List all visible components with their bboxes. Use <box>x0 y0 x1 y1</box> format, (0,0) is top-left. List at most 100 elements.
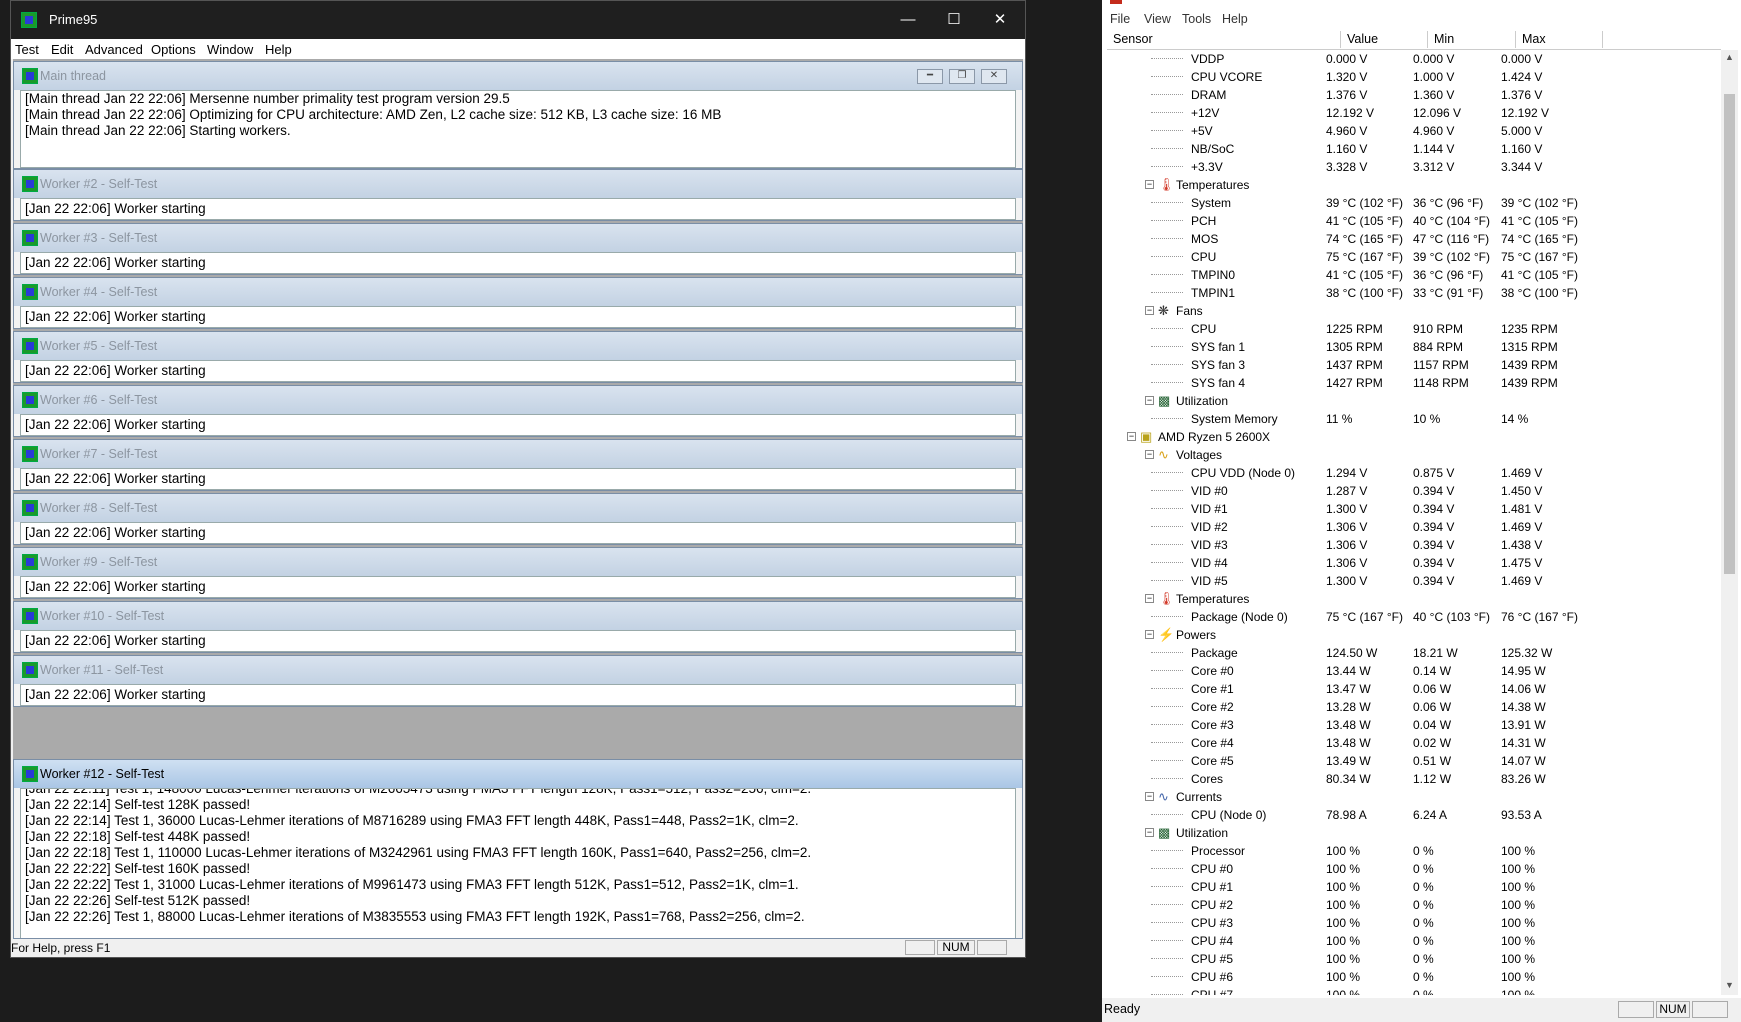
hw-menu-tools[interactable]: Tools <box>1182 12 1211 26</box>
sensor-row[interactable]: Core #5 13.49 W 0.51 W 14.07 W <box>1107 752 1721 770</box>
sensor-row[interactable]: SYS fan 1 1305 RPM 884 RPM 1315 RPM <box>1107 338 1721 356</box>
main-thread-window[interactable]: Main thread ━ ❐ ✕ [Main thread Jan 22 22… <box>13 61 1023 169</box>
sensor-group-row[interactable]: − ∿ Voltages <box>1107 446 1721 464</box>
collapse-toggle-icon[interactable]: − <box>1145 828 1154 837</box>
sensor-row[interactable]: CPU (Node 0) 78.98 A 6.24 A 93.53 A <box>1107 806 1721 824</box>
worker-12-caption[interactable]: Worker #12 - Self-Test <box>14 760 1022 788</box>
sensor-row[interactable]: VID #0 1.287 V 0.394 V 1.450 V <box>1107 482 1721 500</box>
sensor-row[interactable]: DRAM 1.376 V 1.360 V 1.376 V <box>1107 86 1721 104</box>
sensor-group-row[interactable]: − ▩ Utilization <box>1107 392 1721 410</box>
sensor-row[interactable]: CPU VDD (Node 0) 1.294 V 0.875 V 1.469 V <box>1107 464 1721 482</box>
worker-log[interactable]: [Jan 22 22:06] Worker starting <box>20 576 1016 598</box>
sensor-row[interactable]: CPU 75 °C (167 °F) 39 °C (102 °F) 75 °C (16… <box>1107 248 1721 266</box>
collapse-toggle-icon[interactable]: − <box>1145 630 1154 639</box>
col-max[interactable]: Max <box>1516 31 1603 48</box>
sensor-row[interactable]: CPU #5 100 % 0 % 100 % <box>1107 950 1721 968</box>
child-close-icon[interactable]: ✕ <box>981 69 1007 84</box>
sensor-row[interactable]: TMPIN1 38 °C (100 °F) 33 °C (91 °F) 38 °C (… <box>1107 284 1721 302</box>
sensor-row[interactable]: TMPIN0 41 °C (105 °F) 36 °C (96 °F) 41 °C (… <box>1107 266 1721 284</box>
sensor-tree[interactable]: VDDP 0.000 V 0.000 V 0.000 V CPU VCORE 1.320 … <box>1107 50 1721 995</box>
scroll-down-icon[interactable]: ▼ <box>1725 980 1734 990</box>
sensor-row[interactable]: +12V 12.192 V 12.096 V 12.192 V <box>1107 104 1721 122</box>
worker-window[interactable]: Worker #5 - Self-Test [Jan 22 22:06] Work… <box>13 331 1023 383</box>
sensor-group-row[interactable]: − ❋ Fans <box>1107 302 1721 320</box>
worker-window[interactable]: Worker #11 - Self-Test [Jan 22 22:06] Wor… <box>13 655 1023 707</box>
worker-window[interactable]: Worker #6 - Self-Test [Jan 22 22:06] Work… <box>13 385 1023 437</box>
collapse-toggle-icon[interactable]: − <box>1145 396 1154 405</box>
sensor-row[interactable]: CPU #0 100 % 0 % 100 % <box>1107 860 1721 878</box>
worker-caption[interactable]: Worker #2 - Self-Test <box>14 170 1022 198</box>
menu-help[interactable]: Help <box>265 42 292 57</box>
sensor-row[interactable]: Core #3 13.48 W 0.04 W 13.91 W <box>1107 716 1721 734</box>
menu-options[interactable]: Options <box>151 42 196 57</box>
sensor-row[interactable]: +5V 4.960 V 4.960 V 5.000 V <box>1107 122 1721 140</box>
worker-caption[interactable]: Worker #11 - Self-Test <box>14 656 1022 684</box>
scrollbar-thumb[interactable] <box>1724 94 1735 574</box>
menu-edit[interactable]: Edit <box>51 42 73 57</box>
collapse-toggle-icon[interactable]: − <box>1145 594 1154 603</box>
menu-advanced[interactable]: Advanced <box>85 42 143 57</box>
sensor-row[interactable]: CPU #4 100 % 0 % 100 % <box>1107 932 1721 950</box>
worker-12-log[interactable]: [Jan 22 22:11] Test 1, 148000 Lucas-Lehm… <box>20 788 1016 938</box>
sensor-row[interactable]: CPU 1225 RPM 910 RPM 1235 RPM <box>1107 320 1721 338</box>
sensor-row[interactable]: VDDP 0.000 V 0.000 V 0.000 V <box>1107 50 1721 68</box>
sensor-row[interactable]: CPU #3 100 % 0 % 100 % <box>1107 914 1721 932</box>
worker-caption[interactable]: Worker #6 - Self-Test <box>14 386 1022 414</box>
worker-window[interactable]: Worker #2 - Self-Test [Jan 22 22:06] Work… <box>13 169 1023 221</box>
worker-caption[interactable]: Worker #7 - Self-Test <box>14 440 1022 468</box>
col-min[interactable]: Min <box>1428 31 1516 48</box>
minimize-icon[interactable]: — <box>885 1 931 39</box>
sensor-group-row[interactable]: − 🌡 Temperatures <box>1107 176 1721 194</box>
worker-log[interactable]: [Jan 22 22:06] Worker starting <box>20 684 1016 706</box>
worker-12-window[interactable]: Worker #12 - Self-Test [Jan 22 22:11] Te… <box>13 759 1023 939</box>
worker-window[interactable]: Worker #9 - Self-Test [Jan 22 22:06] Work… <box>13 547 1023 599</box>
hw-menu-file[interactable]: File <box>1110 12 1130 26</box>
sensor-row[interactable]: MOS 74 °C (165 °F) 47 °C (116 °F) 74 °C (16… <box>1107 230 1721 248</box>
collapse-toggle-icon[interactable]: − <box>1145 450 1154 459</box>
sensor-row[interactable]: CPU #7 100 % 0 % 100 % <box>1107 986 1721 995</box>
main-thread-log[interactable]: [Main thread Jan 22 22:06] Mersenne numb… <box>20 90 1016 168</box>
sensor-row[interactable]: CPU #2 100 % 0 % 100 % <box>1107 896 1721 914</box>
worker-log[interactable]: [Jan 22 22:06] Worker starting <box>20 306 1016 328</box>
worker-window[interactable]: Worker #7 - Self-Test [Jan 22 22:06] Work… <box>13 439 1023 491</box>
collapse-toggle-icon[interactable]: − <box>1145 792 1154 801</box>
scroll-up-icon[interactable]: ▲ <box>1725 52 1734 62</box>
sensor-group-row[interactable]: − ▩ Utilization <box>1107 824 1721 842</box>
sensor-row[interactable]: SYS fan 3 1437 RPM 1157 RPM 1439 RPM <box>1107 356 1721 374</box>
worker-log[interactable]: [Jan 22 22:06] Worker starting <box>20 360 1016 382</box>
sensor-group-row[interactable]: − ⚡ Powers <box>1107 626 1721 644</box>
sensor-group-row[interactable]: − 🌡 Temperatures <box>1107 590 1721 608</box>
worker-caption[interactable]: Worker #4 - Self-Test <box>14 278 1022 306</box>
child-minimize-icon[interactable]: ━ <box>917 69 943 84</box>
maximize-icon[interactable]: ☐ <box>931 1 977 39</box>
worker-caption[interactable]: Worker #5 - Self-Test <box>14 332 1022 360</box>
sensor-row[interactable]: NB/SoC 1.160 V 1.144 V 1.160 V <box>1107 140 1721 158</box>
sensor-row[interactable]: Core #0 13.44 W 0.14 W 14.95 W <box>1107 662 1721 680</box>
worker-log[interactable]: [Jan 22 22:06] Worker starting <box>20 414 1016 436</box>
hw-menu-view[interactable]: View <box>1144 12 1171 26</box>
vertical-scrollbar[interactable]: ▲ ▼ <box>1721 50 1738 995</box>
sensor-row[interactable]: Core #4 13.48 W 0.02 W 14.31 W <box>1107 734 1721 752</box>
sensor-row[interactable]: CPU #1 100 % 0 % 100 % <box>1107 878 1721 896</box>
main-thread-caption[interactable]: Main thread ━ ❐ ✕ <box>14 62 1022 90</box>
sensor-row[interactable]: SYS fan 4 1427 RPM 1148 RPM 1439 RPM <box>1107 374 1721 392</box>
sensor-row[interactable]: VID #4 1.306 V 0.394 V 1.475 V <box>1107 554 1721 572</box>
sensor-row[interactable]: Package 124.50 W 18.21 W 125.32 W <box>1107 644 1721 662</box>
worker-caption[interactable]: Worker #3 - Self-Test <box>14 224 1022 252</box>
worker-caption[interactable]: Worker #9 - Self-Test <box>14 548 1022 576</box>
worker-window[interactable]: Worker #8 - Self-Test [Jan 22 22:06] Work… <box>13 493 1023 545</box>
worker-log[interactable]: [Jan 22 22:06] Worker starting <box>20 468 1016 490</box>
col-value[interactable]: Value <box>1341 31 1428 48</box>
worker-log[interactable]: [Jan 22 22:06] Worker starting <box>20 198 1016 220</box>
sensor-row[interactable]: CPU VCORE 1.320 V 1.000 V 1.424 V <box>1107 68 1721 86</box>
sensor-row[interactable]: Cores 80.34 W 1.12 W 83.26 W <box>1107 770 1721 788</box>
sensor-row[interactable]: System Memory 11 % 10 % 14 % <box>1107 410 1721 428</box>
sensor-row[interactable]: VID #5 1.300 V 0.394 V 1.469 V <box>1107 572 1721 590</box>
worker-log[interactable]: [Jan 22 22:06] Worker starting <box>20 630 1016 652</box>
close-icon[interactable]: ✕ <box>977 1 1023 39</box>
sensor-row[interactable]: VID #2 1.306 V 0.394 V 1.469 V <box>1107 518 1721 536</box>
sensor-row[interactable]: PCH 41 °C (105 °F) 40 °C (104 °F) 41 °C (10… <box>1107 212 1721 230</box>
menu-test[interactable]: Test <box>15 42 39 57</box>
prime95-titlebar[interactable]: Prime95 — ☐ ✕ <box>11 1 1025 39</box>
worker-log[interactable]: [Jan 22 22:06] Worker starting <box>20 522 1016 544</box>
